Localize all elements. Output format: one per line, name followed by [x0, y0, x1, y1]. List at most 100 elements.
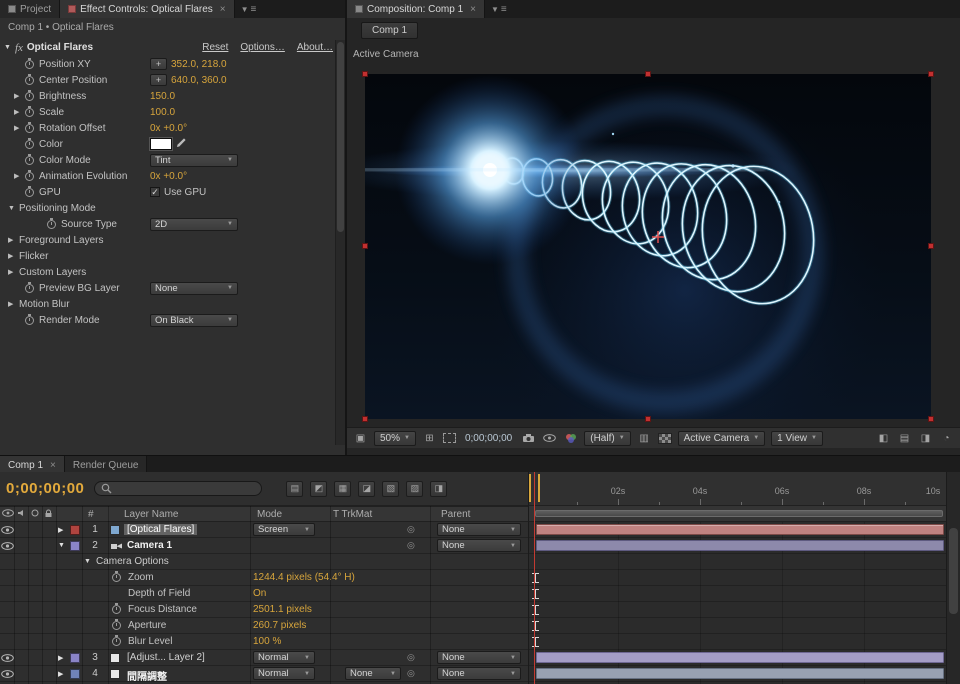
pixel-aspect-icon[interactable]: ▥ [637, 431, 652, 446]
live-update-icon[interactable]: ◩ [310, 481, 327, 497]
stopwatch-icon[interactable] [25, 316, 34, 325]
resolution-dropdown[interactable]: (Half) ▼ [584, 431, 630, 446]
stopwatch-icon[interactable] [25, 140, 34, 149]
tab-effect-controls[interactable]: Effect Controls: Optical Flares × [60, 0, 235, 18]
track-row[interactable] [529, 554, 946, 570]
checkbox[interactable]: ✓ [150, 187, 160, 197]
track-row[interactable] [529, 570, 946, 586]
stopwatch-icon[interactable] [25, 60, 34, 69]
effect-property-row[interactable]: Preview BG LayerNone▼ [0, 280, 333, 296]
motion-blur-icon[interactable]: ▨ [406, 481, 423, 497]
twirl-icon[interactable]: ▶ [14, 92, 25, 100]
property-value[interactable]: 260.7 pixels [253, 620, 306, 631]
switch-icon[interactable]: ◎ [407, 668, 415, 679]
parent-dropdown[interactable]: None▼ [437, 539, 521, 552]
effect-name[interactable]: Optical Flares [27, 42, 93, 53]
grid-guides-icon[interactable]: ⊞ [422, 431, 437, 446]
twirl-icon[interactable]: ▶ [14, 108, 25, 116]
mode-dropdown[interactable]: Screen▼ [253, 523, 315, 536]
layer-duration-bar[interactable] [536, 524, 944, 535]
track-row[interactable] [529, 634, 946, 650]
flowchart-icon[interactable]: ◨ [918, 431, 933, 446]
track-row[interactable] [529, 666, 946, 682]
twirl-down-icon[interactable]: ▼ [4, 44, 11, 51]
label-color-chip[interactable] [70, 669, 80, 679]
property-value[interactable]: 0x +0.0° [150, 123, 187, 134]
zoom-level-dropdown[interactable]: 50% ▼ [374, 431, 416, 446]
current-time-indicator-line[interactable] [534, 472, 535, 684]
transparency-grid-icon[interactable] [658, 433, 672, 444]
stopwatch-icon[interactable] [112, 573, 121, 582]
region-of-interest-icon[interactable] [443, 433, 456, 443]
stopwatch-icon[interactable] [25, 284, 34, 293]
column-mode[interactable]: Mode [257, 509, 282, 520]
effect-property-row[interactable]: ▶Rotation Offset0x +0.0° [0, 120, 333, 136]
property-value[interactable]: 100 % [253, 636, 281, 647]
track-area[interactable] [528, 522, 946, 684]
layer-name[interactable]: [Optical Flares] [124, 524, 197, 535]
work-area-bar[interactable] [535, 510, 943, 517]
property-value[interactable]: On [253, 588, 266, 599]
selection-handle[interactable] [362, 416, 368, 422]
track-row[interactable] [529, 586, 946, 602]
twirl-icon[interactable]: ▶ [8, 300, 19, 308]
mode-dropdown[interactable]: Normal▼ [253, 667, 315, 680]
snapshot-icon[interactable] [521, 431, 536, 446]
panel-menu-icon[interactable]: ▼≡ [485, 0, 513, 18]
camera-view-dropdown[interactable]: Active Camera ▼ [678, 431, 766, 446]
stopwatch-icon[interactable] [25, 172, 34, 181]
search-input[interactable] [117, 483, 255, 494]
close-icon[interactable]: × [50, 460, 56, 471]
parent-dropdown[interactable]: None▼ [437, 523, 521, 536]
effect-group-row[interactable]: ▶Custom Layers [0, 264, 333, 280]
property-row[interactable]: Blur Level100 % [0, 634, 528, 650]
effect-property-row[interactable]: ▶Animation Evolution0x +0.0° [0, 168, 333, 184]
property-value[interactable]: 150.0 [150, 91, 175, 102]
track-row[interactable] [529, 618, 946, 634]
twirl-icon[interactable]: ▶ [58, 654, 63, 662]
tab-project[interactable]: Project [0, 0, 60, 18]
point-control-icon[interactable]: + [150, 74, 167, 86]
stopwatch-icon[interactable] [112, 605, 121, 614]
visibility-eye-icon[interactable] [1, 670, 14, 681]
trkmat-dropdown[interactable]: None▼ [345, 667, 401, 680]
parent-dropdown[interactable]: None▼ [437, 667, 521, 680]
twirl-icon[interactable]: ▶ [58, 670, 63, 678]
property-value[interactable]: 1244.4 pixels (54.4° H) [253, 572, 355, 583]
switch-icon[interactable]: ◎ [407, 652, 415, 663]
property-row[interactable]: Aperture260.7 pixels [0, 618, 528, 634]
track-row[interactable] [529, 522, 946, 538]
layer-row[interactable]: ▼2Camera 1◎None▼ [0, 538, 528, 554]
layer-name[interactable]: 間隔調整 [124, 668, 170, 683]
selection-handle[interactable] [928, 243, 934, 249]
layer-row[interactable]: ▶4間隔調整◎Normal▼None▼None▼ [0, 666, 528, 682]
property-value[interactable]: 0x +0.0° [150, 171, 187, 182]
close-icon[interactable]: × [470, 4, 476, 15]
visibility-eye-icon[interactable] [1, 654, 14, 665]
property-value[interactable]: 100.0 [150, 107, 175, 118]
stopwatch-icon[interactable] [25, 156, 34, 165]
timeline-scrollbar[interactable] [946, 472, 960, 684]
effect-property-row[interactable]: ▶Brightness150.0 [0, 88, 333, 104]
parent-dropdown[interactable]: None▼ [437, 651, 521, 664]
selection-handle[interactable] [928, 416, 934, 422]
hide-shy-icon[interactable]: ◪ [358, 481, 375, 497]
composition-viewport[interactable] [365, 74, 931, 419]
effect-group-row[interactable]: ▶Flicker [0, 248, 333, 264]
twirl-icon[interactable]: ▼ [84, 558, 91, 565]
visibility-eye-icon[interactable] [1, 542, 14, 553]
exposure-icon[interactable]: ◔ [939, 431, 954, 446]
reset-link[interactable]: Reset [202, 42, 228, 53]
time-ruler[interactable]: 02s04s06s08s10s [528, 472, 946, 506]
audio-column-icon[interactable] [17, 509, 27, 520]
twirl-icon[interactable]: ▶ [8, 268, 19, 276]
panel-menu-icon[interactable]: ▼≡ [235, 0, 263, 18]
about-link[interactable]: About… [297, 42, 333, 53]
track-row[interactable] [529, 538, 946, 554]
effect-property-row[interactable]: Center Position+640.0, 360.0 [0, 72, 333, 88]
tab-composition[interactable]: Composition: Comp 1 × [347, 0, 485, 18]
stopwatch-icon[interactable] [25, 188, 34, 197]
stopwatch-icon[interactable] [112, 621, 121, 630]
track-row[interactable] [529, 602, 946, 618]
twirl-icon[interactable]: ▶ [14, 172, 25, 180]
